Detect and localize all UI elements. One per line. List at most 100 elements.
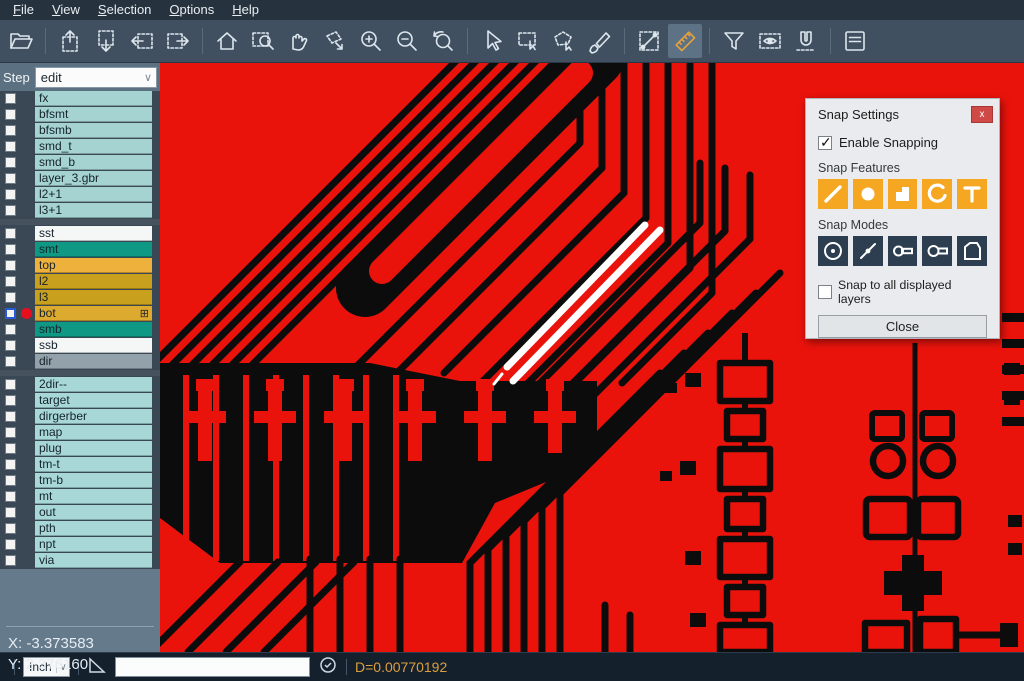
layer-name-tm-b[interactable]: tm-b xyxy=(35,473,152,488)
select-rectangle-button[interactable] xyxy=(511,24,545,58)
pan-right-button[interactable] xyxy=(161,24,195,58)
layer-visibility-checkbox[interactable] xyxy=(5,157,16,168)
layer-name-l2[interactable]: l2 xyxy=(35,274,152,289)
snap-feature-surface-button[interactable] xyxy=(888,179,918,209)
layer-visibility-checkbox[interactable] xyxy=(5,507,16,518)
layer-visibility-checkbox[interactable] xyxy=(5,228,16,239)
layer-row-l2+1[interactable]: l2+1 xyxy=(0,187,160,202)
open-folder-button[interactable] xyxy=(4,24,38,58)
layer-name-bfsmt[interactable]: bfsmt xyxy=(35,107,152,122)
layer-visibility-checkbox[interactable] xyxy=(5,308,16,319)
snap-feature-text-button[interactable] xyxy=(957,179,987,209)
layer-name-plug[interactable]: plug xyxy=(35,441,152,456)
layer-row-map[interactable]: map xyxy=(0,425,160,440)
zoom-previous-button[interactable] xyxy=(426,24,460,58)
layer-name-smd_b[interactable]: smd_b xyxy=(35,155,152,170)
layer-visibility-checkbox[interactable] xyxy=(5,340,16,351)
layer-row-l2[interactable]: l2 xyxy=(0,274,160,289)
layer-name-bfsmb[interactable]: bfsmb xyxy=(35,123,152,138)
layer-row-plug[interactable]: plug xyxy=(0,441,160,456)
layer-row-smd_t[interactable]: smd_t xyxy=(0,139,160,154)
layer-row-bot[interactable]: bot⊞ xyxy=(0,306,160,321)
layer-name-pth[interactable]: pth xyxy=(35,521,152,536)
measure-line-button[interactable] xyxy=(632,24,666,58)
layer-visibility-checkbox[interactable] xyxy=(5,141,16,152)
menu-item-view[interactable]: View xyxy=(43,1,89,19)
snap-mode-center-button[interactable] xyxy=(818,236,848,266)
select-polygon-button[interactable] xyxy=(547,24,581,58)
layer-row-smd_b[interactable]: smd_b xyxy=(0,155,160,170)
layer-row-bfsmt[interactable]: bfsmt xyxy=(0,107,160,122)
measure-input[interactable] xyxy=(115,657,310,677)
layer-row-sst[interactable]: sst xyxy=(0,226,160,241)
filter-button[interactable] xyxy=(717,24,751,58)
step-select[interactable]: edit ∨ xyxy=(35,67,157,88)
layer-name-l3[interactable]: l3 xyxy=(35,290,152,305)
snap-magnet-button[interactable] xyxy=(789,24,823,58)
layer-visibility-checkbox[interactable] xyxy=(5,443,16,454)
layer-visibility-checkbox[interactable] xyxy=(5,173,16,184)
layer-visibility-checkbox[interactable] xyxy=(5,379,16,390)
layer-visibility-checkbox[interactable] xyxy=(5,109,16,120)
layer-visibility-checkbox[interactable] xyxy=(5,411,16,422)
select-arrow-button[interactable] xyxy=(475,24,509,58)
layer-row-target[interactable]: target xyxy=(0,393,160,408)
layer-row-smb[interactable]: smb xyxy=(0,322,160,337)
layer-name-bot[interactable]: bot⊞ xyxy=(35,306,152,321)
layers-panel-button[interactable] xyxy=(838,24,872,58)
snap-feature-line-button[interactable] xyxy=(818,179,848,209)
layer-row-l3[interactable]: l3 xyxy=(0,290,160,305)
layer-row-ssb[interactable]: ssb xyxy=(0,338,160,353)
view-region-button[interactable] xyxy=(753,24,787,58)
layer-visibility-checkbox[interactable] xyxy=(5,324,16,335)
layer-visibility-checkbox[interactable] xyxy=(5,427,16,438)
layer-row-fx[interactable]: fx xyxy=(0,91,160,106)
layer-row-top[interactable]: top xyxy=(0,258,160,273)
layer-name-via[interactable]: via xyxy=(35,553,152,568)
layer-name-ssb[interactable]: ssb xyxy=(35,338,152,353)
layer-visibility-checkbox[interactable] xyxy=(5,260,16,271)
layer-row-dir[interactable]: dir xyxy=(0,354,160,369)
layer-row-pth[interactable]: pth xyxy=(0,521,160,536)
layer-name-dir[interactable]: dir xyxy=(35,354,152,369)
dialog-close-icon[interactable]: x xyxy=(971,106,993,123)
layer-row-layer_3.gbr[interactable]: layer_3.gbr xyxy=(0,171,160,186)
apply-circle-icon[interactable] xyxy=(318,655,338,680)
layer-name-l3+1[interactable]: l3+1 xyxy=(35,203,152,218)
pan-down-button[interactable] xyxy=(89,24,123,58)
brush-button[interactable] xyxy=(583,24,617,58)
layer-name-top[interactable]: top xyxy=(35,258,152,273)
snap-mode-pad-outline-button[interactable] xyxy=(922,236,952,266)
home-view-button[interactable] xyxy=(210,24,244,58)
menu-item-file[interactable]: File xyxy=(4,1,43,19)
snap-feature-arc-button[interactable] xyxy=(922,179,952,209)
layer-name-smt[interactable]: smt xyxy=(35,242,152,257)
layer-visibility-checkbox[interactable] xyxy=(5,125,16,136)
pcb-canvas[interactable]: Snap Settings x Enable Snapping Snap Fea… xyxy=(160,63,1024,652)
layer-visibility-checkbox[interactable] xyxy=(5,356,16,367)
layer-visibility-checkbox[interactable] xyxy=(5,244,16,255)
layer-visibility-checkbox[interactable] xyxy=(5,475,16,486)
layer-name-target[interactable]: target xyxy=(35,393,152,408)
snap-all-layers-checkbox[interactable] xyxy=(818,285,832,299)
layer-name-mt[interactable]: mt xyxy=(35,489,152,504)
layer-visibility-checkbox[interactable] xyxy=(5,491,16,502)
layer-row-via[interactable]: via xyxy=(0,553,160,568)
layer-row-out[interactable]: out xyxy=(0,505,160,520)
zoom-out-button[interactable] xyxy=(390,24,424,58)
layer-name-2dir--[interactable]: 2dir-- xyxy=(35,377,152,392)
layer-visibility-checkbox[interactable] xyxy=(5,555,16,566)
layer-row-mt[interactable]: mt xyxy=(0,489,160,504)
layer-visibility-checkbox[interactable] xyxy=(5,93,16,104)
snap-mode-body-button[interactable] xyxy=(853,236,883,266)
layer-name-out[interactable]: out xyxy=(35,505,152,520)
zoom-in-button[interactable] xyxy=(354,24,388,58)
menu-item-selection[interactable]: Selection xyxy=(89,1,160,19)
layer-visibility-checkbox[interactable] xyxy=(5,292,16,303)
move-vertex-button[interactable] xyxy=(318,24,352,58)
layer-row-dirgerber[interactable]: dirgerber xyxy=(0,409,160,424)
layer-row-smt[interactable]: smt xyxy=(0,242,160,257)
snap-mode-pad-filled-button[interactable] xyxy=(888,236,918,266)
layer-name-sst[interactable]: sst xyxy=(35,226,152,241)
layer-name-tm-t[interactable]: tm-t xyxy=(35,457,152,472)
